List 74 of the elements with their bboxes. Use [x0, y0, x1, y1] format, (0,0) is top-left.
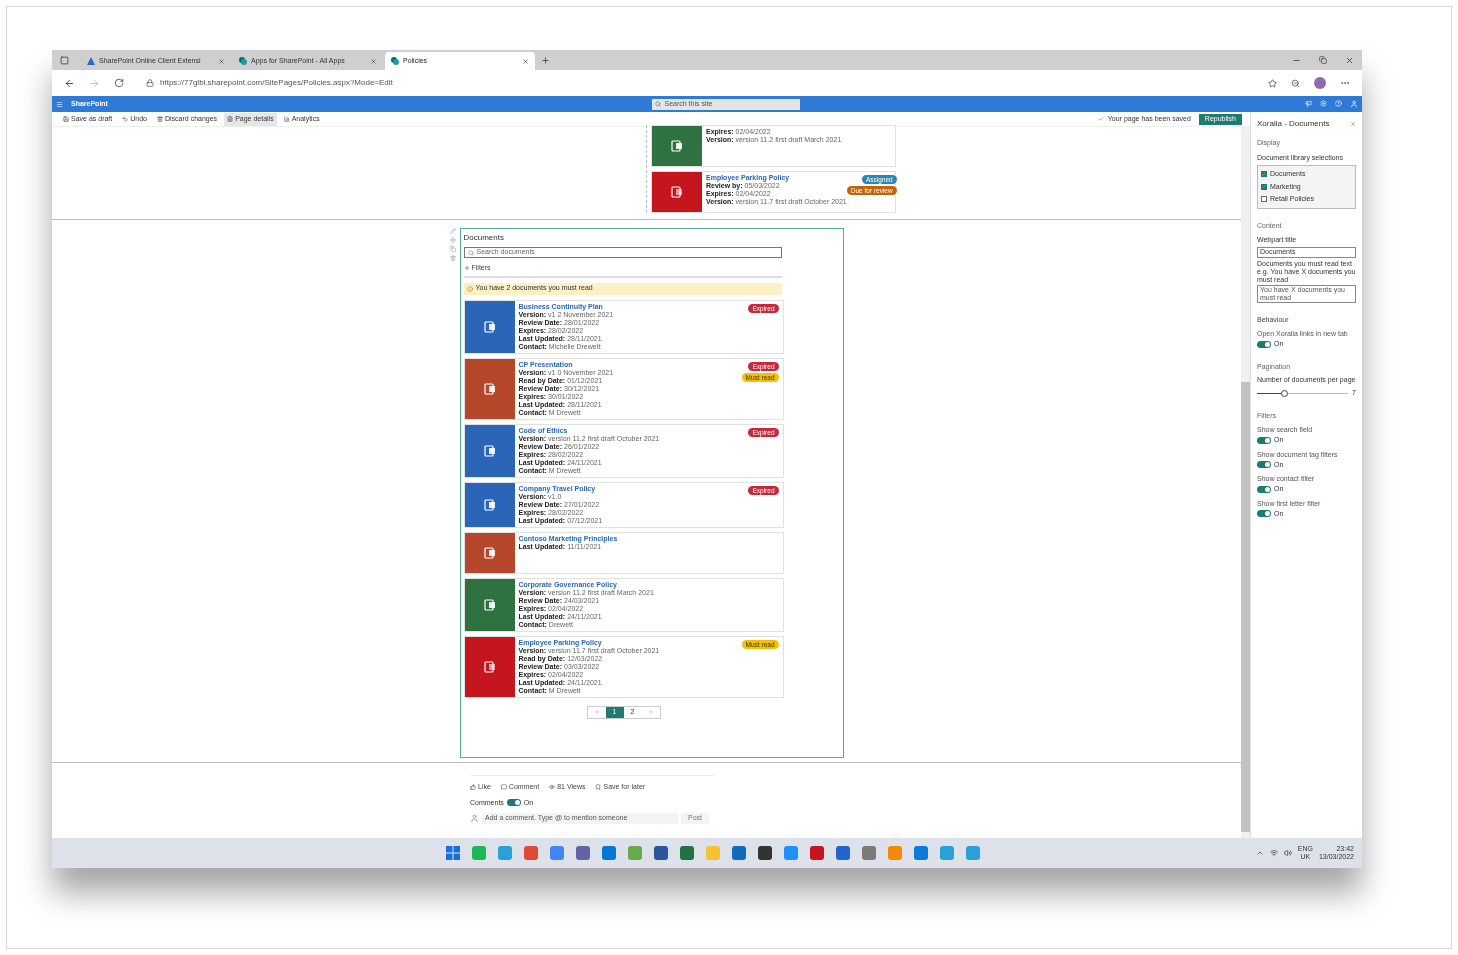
document-icon [482, 597, 497, 612]
menu-icon[interactable] [56, 100, 63, 108]
sharepoint-logo-icon [391, 57, 399, 65]
app-icon[interactable] [731, 846, 746, 860]
document-icon [482, 381, 497, 396]
eye-icon [549, 784, 556, 791]
plus-icon [463, 265, 470, 272]
toggle-switch[interactable] [506, 799, 521, 807]
double-chevron-right-icon [647, 709, 654, 715]
slider-thumb[interactable] [1280, 389, 1288, 397]
zoom-icon[interactable] [1291, 78, 1300, 88]
settings-icon[interactable] [1320, 100, 1327, 107]
bar-chart-icon [283, 116, 290, 122]
speech-bubble-icon [500, 784, 507, 791]
sharepoint-logo-icon [239, 57, 247, 65]
delete-icon[interactable] [449, 255, 456, 261]
bookmark-icon [595, 784, 602, 791]
save-icon [63, 116, 69, 122]
toggle-switch[interactable] [1257, 461, 1271, 469]
megaphone-icon[interactable] [1305, 100, 1312, 107]
favorite-icon[interactable] [1268, 78, 1277, 88]
double-chevron-left-icon [593, 709, 600, 715]
profile-avatar[interactable] [1314, 77, 1326, 89]
search-icon [467, 249, 474, 256]
close-icon[interactable] [218, 57, 225, 65]
document-icon [482, 545, 497, 560]
volume-icon[interactable] [1283, 849, 1292, 857]
toggle-switch[interactable] [1257, 340, 1271, 348]
document-icon [482, 659, 497, 674]
network-icon[interactable] [1269, 849, 1278, 857]
undo-icon [122, 116, 129, 122]
url-text: https://77glbl.sharepoint.com/SitePages/Policies.aspx?Mode=Edit [160, 77, 393, 89]
checkbox[interactable] [1261, 183, 1267, 190]
close-icon[interactable] [522, 57, 529, 65]
thumbs-up-icon [470, 784, 476, 791]
document-icon [482, 319, 497, 334]
restore-icon[interactable] [1319, 56, 1327, 64]
forward-icon[interactable] [89, 77, 100, 89]
checkbox[interactable] [1261, 196, 1267, 203]
app-icon[interactable] [679, 846, 694, 860]
app-icon[interactable] [757, 846, 772, 860]
user-avatar-icon[interactable] [1350, 100, 1358, 108]
info-icon [466, 285, 473, 292]
close-icon[interactable] [1350, 121, 1356, 127]
close-icon[interactable] [370, 57, 377, 65]
document-icon [670, 185, 684, 199]
toggle-switch[interactable] [1257, 485, 1271, 493]
back-icon[interactable] [64, 77, 75, 89]
new-tab-icon[interactable] [541, 56, 550, 65]
pane-title: Xoralia - Documents [1257, 118, 1330, 130]
page-icon [227, 116, 234, 122]
toggle-switch[interactable] [1257, 436, 1271, 444]
app-icon[interactable] [809, 846, 824, 860]
toggle-switch[interactable] [1257, 510, 1271, 518]
app-icon[interactable] [653, 846, 668, 860]
document-icon [670, 139, 684, 153]
lock-icon [146, 79, 154, 87]
document-icon [482, 443, 497, 458]
document-icon [482, 497, 497, 512]
windows-start-icon[interactable] [445, 846, 460, 860]
avatar-icon [470, 814, 479, 823]
chevron-up-icon[interactable] [1255, 849, 1264, 857]
close-icon[interactable] [1345, 56, 1354, 65]
help-icon[interactable] [1335, 100, 1342, 107]
app-icon[interactable] [575, 846, 590, 860]
webpart-title: Documents [463, 232, 505, 244]
trash-icon [157, 116, 163, 122]
check-icon [1097, 116, 1104, 122]
tab-actions-icon[interactable] [60, 56, 69, 65]
app-icon[interactable] [835, 846, 850, 860]
search-icon [655, 101, 662, 107]
triangle-logo-icon [87, 57, 95, 65]
checkbox[interactable] [1261, 171, 1267, 178]
refresh-icon[interactable] [114, 78, 124, 88]
